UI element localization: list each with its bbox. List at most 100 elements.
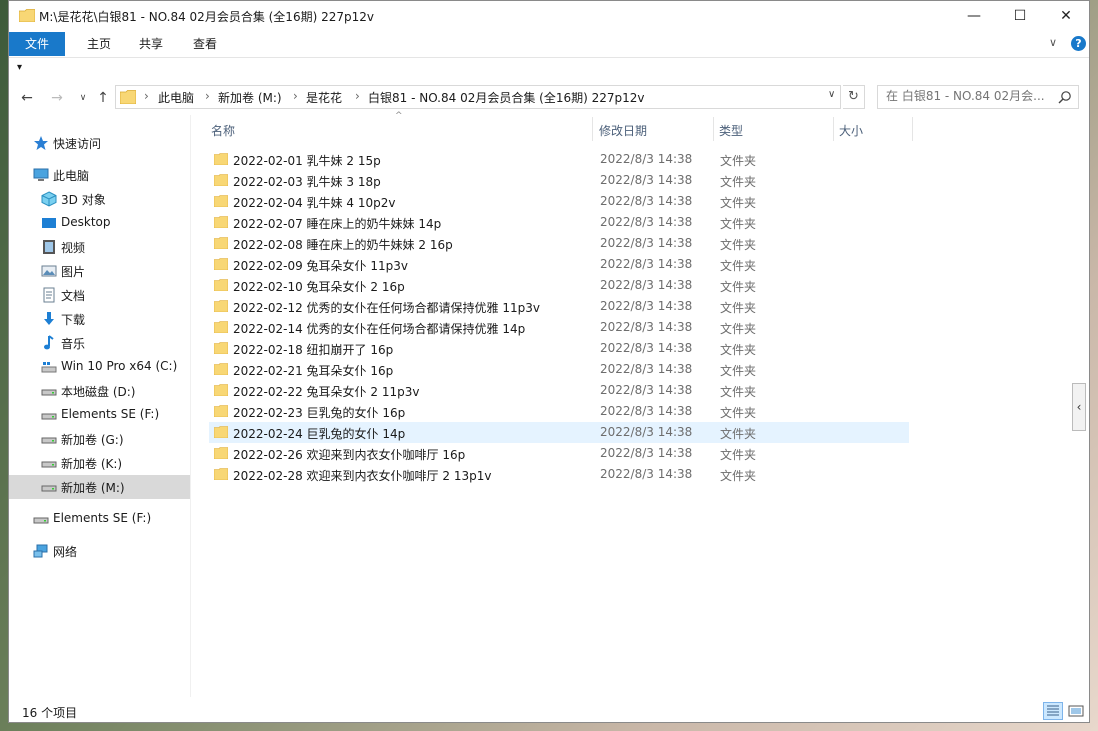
nav-item-drive-f[interactable]: Elements SE (F:)	[9, 403, 190, 427]
file-row[interactable]: 2022-02-24 巨乳兔的女仆 14p 2022/8/3 14:38 文件夹	[209, 422, 909, 443]
column-header-date[interactable]: 修改日期	[599, 122, 647, 139]
search-icon[interactable]	[1058, 90, 1072, 104]
column-separator[interactable]	[592, 117, 593, 141]
file-name: 2022-02-23 巨乳兔的女仆 16p	[233, 406, 406, 420]
nav-item-drive-c[interactable]: Win 10 Pro x64 (C:)	[9, 355, 190, 379]
nav-item-label: 文档	[61, 289, 86, 303]
explorer-window: M:\是花花\白银81 - NO.84 02月会员合集 (全16期) 227p1…	[8, 0, 1090, 723]
file-row[interactable]: 2022-02-08 睡在床上的奶牛妹妹 2 16p 2022/8/3 14:3…	[209, 233, 909, 254]
file-row[interactable]: 2022-02-04 乳牛妹 4 10p2v 2022/8/3 14:38 文件…	[209, 191, 909, 212]
tab-home[interactable]: 主页	[77, 32, 121, 56]
file-name: 2022-02-18 纽扣崩开了 16p	[233, 343, 394, 357]
search-input[interactable]	[886, 89, 1056, 103]
nav-item-music[interactable]: 音乐	[9, 331, 190, 355]
file-row[interactable]: 2022-02-23 巨乳兔的女仆 16p 2022/8/3 14:38 文件夹	[209, 401, 909, 422]
nav-item-label: 新加卷 (K:)	[61, 457, 123, 471]
nav-item-downloads[interactable]: 下载	[9, 307, 190, 331]
folder-icon	[214, 468, 228, 480]
drive-icon	[41, 461, 57, 468]
help-icon[interactable]: ?	[1071, 36, 1086, 51]
nav-item-drive-g[interactable]: 新加卷 (G:)	[9, 427, 190, 451]
file-name: 2022-02-28 欢迎来到内衣女仆咖啡厅 2 13p1v	[233, 469, 492, 483]
minimize-button[interactable]: —	[951, 1, 997, 31]
column-separator[interactable]	[912, 117, 913, 141]
file-name: 2022-02-24 巨乳兔的女仆 14p	[233, 427, 406, 441]
nav-item-drive-k[interactable]: 新加卷 (K:)	[9, 451, 190, 475]
recent-locations-button[interactable]: ∨	[73, 88, 93, 108]
breadcrumb-this-pc[interactable]: 此电脑	[158, 89, 194, 106]
file-row[interactable]: 2022-02-09 兔耳朵女仆 11p3v 2022/8/3 14:38 文件…	[209, 254, 909, 275]
ribbon-expand-icon[interactable]: ∨	[1049, 36, 1057, 49]
file-row[interactable]: 2022-02-26 欢迎来到内衣女仆咖啡厅 16p 2022/8/3 14:3…	[209, 443, 909, 464]
nav-item-videos[interactable]: 视频	[9, 235, 190, 259]
column-headers: ^ 名称 修改日期 类型 大小	[199, 111, 919, 143]
details-view-button[interactable]	[1043, 702, 1063, 720]
file-row[interactable]: 2022-02-03 乳牛妹 3 18p 2022/8/3 14:38 文件夹	[209, 170, 909, 191]
column-header-type[interactable]: 类型	[719, 122, 743, 139]
file-type: 文件夹	[720, 196, 757, 210]
file-row[interactable]: 2022-02-01 乳牛妹 2 15p 2022/8/3 14:38 文件夹	[209, 149, 909, 170]
forward-button[interactable]: →	[47, 88, 67, 108]
window-title: M:\是花花\白银81 - NO.84 02月会员合集 (全16期) 227p1…	[39, 10, 374, 24]
file-row[interactable]: 2022-02-22 兔耳朵女仆 2 11p3v 2022/8/3 14:38 …	[209, 380, 909, 401]
column-header-name[interactable]: 名称	[211, 122, 235, 139]
preview-pane-toggle[interactable]: ‹	[1072, 383, 1086, 431]
nav-item-label: 快速访问	[53, 137, 102, 151]
column-header-size[interactable]: 大小	[839, 122, 863, 139]
file-row[interactable]: 2022-02-10 兔耳朵女仆 2 16p 2022/8/3 14:38 文件…	[209, 275, 909, 296]
tab-share[interactable]: 共享	[129, 32, 173, 56]
maximize-button[interactable]: ☐	[997, 1, 1043, 31]
file-type: 文件夹	[720, 343, 757, 357]
tab-view[interactable]: 查看	[183, 32, 227, 56]
nav-item-3d-objects[interactable]: 3D 对象	[9, 187, 190, 211]
large-icons-view-button[interactable]	[1067, 702, 1085, 720]
search-box[interactable]	[877, 85, 1079, 109]
nav-item-label: Elements SE (F:)	[61, 407, 160, 421]
desktop-icon	[42, 218, 56, 228]
nav-item-desktop[interactable]: Desktop	[9, 211, 190, 235]
title-bar[interactable]: M:\是花花\白银81 - NO.84 02月会员合集 (全16期) 227p1…	[9, 1, 1089, 31]
nav-item-network[interactable]: 网络	[9, 539, 190, 563]
folder-icon	[214, 405, 228, 417]
column-separator[interactable]	[713, 117, 714, 141]
file-date: 2022/8/3 14:38	[600, 278, 693, 292]
breadcrumb-separator: ›	[144, 89, 149, 103]
drive-icon	[41, 389, 57, 396]
nav-item-this-pc[interactable]: 此电脑	[9, 163, 190, 187]
breadcrumb-current-folder[interactable]: 白银81 - NO.84 02月会员合集 (全16期) 227p12v	[368, 89, 645, 106]
address-bar[interactable]: › 此电脑 › 新加卷 (M:) › 是花花 › 白银81 - NO.84 02…	[115, 85, 841, 109]
file-row[interactable]: 2022-02-21 兔耳朵女仆 16p 2022/8/3 14:38 文件夹	[209, 359, 909, 380]
tab-file[interactable]: 文件	[9, 32, 65, 56]
nav-item-drive-d[interactable]: 本地磁盘 (D:)	[9, 379, 190, 403]
pane-divider[interactable]	[190, 115, 191, 697]
file-row[interactable]: 2022-02-12 优秀的女仆在任何场合都请保持优雅 11p3v 2022/8…	[209, 296, 909, 317]
breadcrumb-drive-m[interactable]: 新加卷 (M:)	[218, 89, 282, 106]
folder-icon	[214, 237, 228, 249]
nav-item-elements-se[interactable]: Elements SE (F:)	[9, 507, 190, 531]
close-button[interactable]: ✕	[1043, 1, 1089, 31]
file-row[interactable]: 2022-02-28 欢迎来到内衣女仆咖啡厅 2 13p1v 2022/8/3 …	[209, 464, 909, 485]
nav-item-documents[interactable]: 文档	[9, 283, 190, 307]
file-name: 2022-02-12 优秀的女仆在任何场合都请保持优雅 11p3v	[233, 301, 540, 315]
address-history-dropdown-icon[interactable]: ∨	[828, 89, 835, 100]
up-button[interactable]: ↑	[93, 88, 113, 108]
nav-item-label: 视频	[61, 241, 86, 255]
breadcrumb-separator: ›	[205, 89, 210, 103]
system-drive-icon	[41, 362, 57, 373]
nav-item-quick-access[interactable]: 快速访问	[9, 131, 190, 155]
file-row[interactable]: 2022-02-14 优秀的女仆在任何场合都请保持优雅 14p 2022/8/3…	[209, 317, 909, 338]
breadcrumb-folder-huahua[interactable]: 是花花	[306, 89, 342, 106]
back-button[interactable]: ←	[17, 88, 37, 108]
nav-item-pictures[interactable]: 图片	[9, 259, 190, 283]
file-row[interactable]: 2022-02-07 睡在床上的奶牛妹妹 14p 2022/8/3 14:38 …	[209, 212, 909, 233]
file-date: 2022/8/3 14:38	[600, 194, 693, 208]
file-date: 2022/8/3 14:38	[600, 320, 693, 334]
column-separator[interactable]	[833, 117, 834, 141]
file-row[interactable]: 2022-02-18 纽扣崩开了 16p 2022/8/3 14:38 文件夹	[209, 338, 909, 359]
customize-toolbar-icon[interactable]: ▾	[17, 62, 22, 73]
refresh-button[interactable]: ↻	[843, 85, 865, 109]
status-bar: 16 个项目	[9, 700, 1089, 722]
network-icon	[33, 544, 48, 558]
folder-icon	[214, 426, 228, 438]
nav-item-drive-m[interactable]: 新加卷 (M:)	[9, 475, 190, 499]
